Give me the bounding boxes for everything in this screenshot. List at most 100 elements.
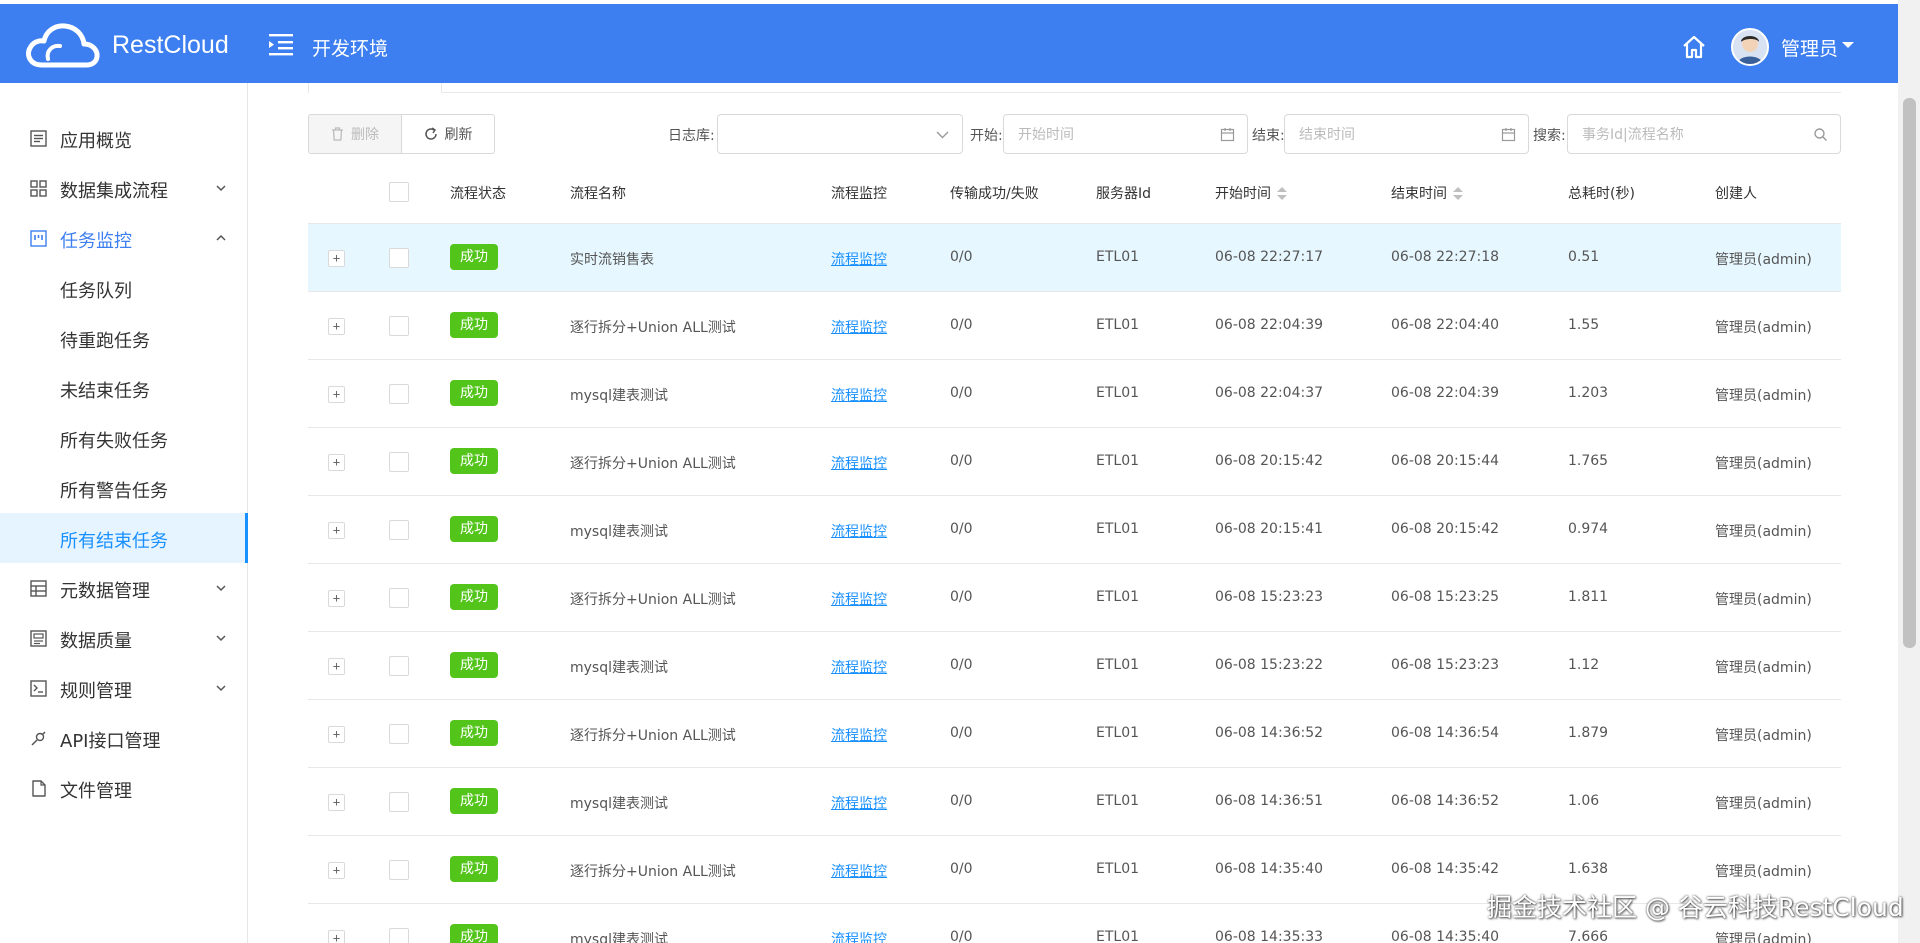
cell-monitor-link[interactable]: 流程监控 [831, 725, 887, 745]
sidebar-item-finished-tasks[interactable]: 所有结束任务 [0, 513, 248, 563]
cell-monitor-link[interactable]: 流程监控 [831, 589, 887, 609]
cell-creator: 管理员(admin) [1715, 796, 1812, 812]
table-row[interactable]: + 成功 逐行拆分+Union ALL测试 流程监控 0/0 ETL01 06-08 15:… [308, 564, 1841, 632]
table-row[interactable]: + 成功 mysql建表测试 流程监控 0/0 ETL01 06-08 22:04:37 06… [308, 360, 1841, 428]
cell-server-id: ETL01 [1096, 249, 1140, 265]
row-checkbox[interactable] [389, 384, 409, 404]
log-db-select[interactable] [717, 114, 963, 154]
cell-monitor-link[interactable]: 流程监控 [831, 929, 887, 943]
home-icon[interactable] [1681, 34, 1707, 60]
menu-fold-icon[interactable] [268, 32, 296, 56]
row-checkbox[interactable] [389, 792, 409, 812]
table-row[interactable]: + 成功 mysql建表测试 流程监控 0/0 ETL01 06-08 14:36:51 06… [308, 768, 1841, 836]
expand-row-icon[interactable]: + [328, 726, 345, 743]
caret-down-icon[interactable] [1842, 42, 1854, 48]
refresh-button[interactable]: 刷新 [401, 114, 495, 154]
sort-icon[interactable] [1277, 187, 1287, 201]
sidebar-item-metadata[interactable]: 元数据管理 [0, 563, 248, 613]
watermark: 掘金技术社区 @ 谷云科技RestCloud [1487, 893, 1904, 922]
sidebar-item-task-monitor[interactable]: 任务监控 [0, 213, 248, 263]
select-all-checkbox[interactable] [389, 182, 409, 202]
tab-active[interactable] [308, 83, 442, 93]
cloud-logo-icon [26, 23, 100, 68]
cell-server-id: ETL01 [1096, 589, 1140, 605]
cell-monitor-link[interactable]: 流程监控 [831, 861, 887, 881]
end-time-input[interactable]: 结束时间 [1284, 114, 1529, 154]
top-header: RestCloud 开发环境 管理员 [0, 4, 1898, 83]
sidebar-item-data-quality[interactable]: 数据质量 [0, 613, 248, 663]
cell-end-time: 06-08 20:15:42 [1391, 521, 1500, 537]
sidebar-item-data-integration[interactable]: 数据集成流程 [0, 163, 248, 213]
table-row[interactable]: + 成功 逐行拆分+Union ALL测试 流程监控 0/0 ETL01 06-08 14:… [308, 700, 1841, 768]
app-logo[interactable]: RestCloud [24, 19, 229, 71]
user-menu[interactable]: 管理员 [1781, 34, 1838, 61]
cell-server-id: ETL01 [1096, 725, 1140, 741]
expand-row-icon[interactable]: + [328, 454, 345, 471]
row-checkbox[interactable] [389, 724, 409, 744]
chevron-down-icon [216, 685, 226, 692]
sidebar-item-unfinished-tasks[interactable]: 未结束任务 [0, 363, 248, 413]
status-badge: 成功 [450, 244, 498, 270]
search-label: 搜索: [1533, 128, 1566, 144]
sidebar-item-file-management[interactable]: 文件管理 [0, 763, 248, 813]
avatar[interactable] [1731, 28, 1769, 66]
sidebar-item-task-queue[interactable]: 任务队列 [0, 263, 248, 313]
status-badge: 成功 [450, 380, 498, 406]
start-time-input[interactable]: 开始时间 [1003, 114, 1248, 154]
search-input[interactable]: 事务Id|流程名称 [1567, 114, 1841, 154]
tab-bar-divider [308, 92, 1841, 93]
row-checkbox[interactable] [389, 452, 409, 472]
cell-monitor-link[interactable]: 流程监控 [831, 317, 887, 337]
cell-monitor-link[interactable]: 流程监控 [831, 385, 887, 405]
cell-monitor-link[interactable]: 流程监控 [831, 657, 887, 677]
cell-monitor-link[interactable]: 流程监控 [831, 453, 887, 473]
expand-row-icon[interactable]: + [328, 658, 345, 675]
cell-start-time: 06-08 15:23:22 [1215, 657, 1324, 673]
sidebar-item-warning-tasks[interactable]: 所有警告任务 [0, 463, 248, 513]
col-start-time[interactable]: 开始时间 [1215, 183, 1287, 203]
col-end-time-label: 结束时间 [1391, 186, 1447, 202]
cell-server-id: ETL01 [1096, 929, 1140, 943]
expand-row-icon[interactable]: + [328, 318, 345, 335]
row-checkbox[interactable] [389, 520, 409, 540]
table-row[interactable]: + 成功 实时流销售表 流程监控 0/0 ETL01 06-08 22:27:17 06-08… [308, 224, 1841, 292]
sidebar-item-app-overview[interactable]: 应用概览 [0, 113, 248, 163]
expand-row-icon[interactable]: + [328, 386, 345, 403]
cell-transfer: 0/0 [950, 793, 973, 809]
row-checkbox[interactable] [389, 588, 409, 608]
page-scrollbar-thumb[interactable] [1903, 98, 1916, 648]
table-row[interactable]: + 成功 逐行拆分+Union ALL测试 流程监控 0/0 ETL01 06-08 20:… [308, 428, 1841, 496]
expand-row-icon[interactable]: + [328, 250, 345, 267]
table-row[interactable]: + 成功 mysql建表测试 流程监控 0/0 ETL01 06-08 15:23:22 06… [308, 632, 1841, 700]
row-checkbox[interactable] [389, 316, 409, 336]
cell-end-time: 06-08 15:23:25 [1391, 589, 1500, 605]
sidebar-item-rule-management[interactable]: 规则管理 [0, 663, 248, 713]
row-checkbox[interactable] [389, 928, 409, 943]
sidebar-item-api-management[interactable]: API接口管理 [0, 713, 248, 763]
cell-monitor-link[interactable]: 流程监控 [831, 249, 887, 269]
col-end-time[interactable]: 结束时间 [1391, 183, 1463, 203]
cell-monitor-link[interactable]: 流程监控 [831, 521, 887, 541]
row-checkbox[interactable] [389, 860, 409, 880]
chevron-down-icon [936, 131, 949, 139]
environment-label[interactable]: 开发环境 [312, 34, 388, 61]
table-row[interactable]: + 成功 mysql建表测试 流程监控 0/0 ETL01 06-08 20:15:41 06… [308, 496, 1841, 564]
expand-row-icon[interactable]: + [328, 794, 345, 811]
cell-transfer: 0/0 [950, 589, 973, 605]
sidebar-item-failed-tasks[interactable]: 所有失败任务 [0, 413, 248, 463]
sort-icon[interactable] [1453, 187, 1463, 201]
expand-row-icon[interactable]: + [328, 590, 345, 607]
search-icon[interactable] [1813, 127, 1828, 142]
cell-name: 逐行拆分+Union ALL测试 [570, 320, 736, 336]
table-row[interactable]: + 成功 逐行拆分+Union ALL测试 流程监控 0/0 ETL01 06-08 22:… [308, 292, 1841, 360]
cell-name: 逐行拆分+Union ALL测试 [570, 456, 736, 472]
sidebar-item-rerun-tasks[interactable]: 待重跑任务 [0, 313, 248, 363]
col-transfer: 传输成功/失败 [950, 186, 1039, 202]
expand-row-icon[interactable]: + [328, 862, 345, 879]
delete-button[interactable]: 删除 [308, 114, 402, 154]
expand-row-icon[interactable]: + [328, 930, 345, 943]
row-checkbox[interactable] [389, 656, 409, 676]
row-checkbox[interactable] [389, 248, 409, 268]
cell-monitor-link[interactable]: 流程监控 [831, 793, 887, 813]
expand-row-icon[interactable]: + [328, 522, 345, 539]
